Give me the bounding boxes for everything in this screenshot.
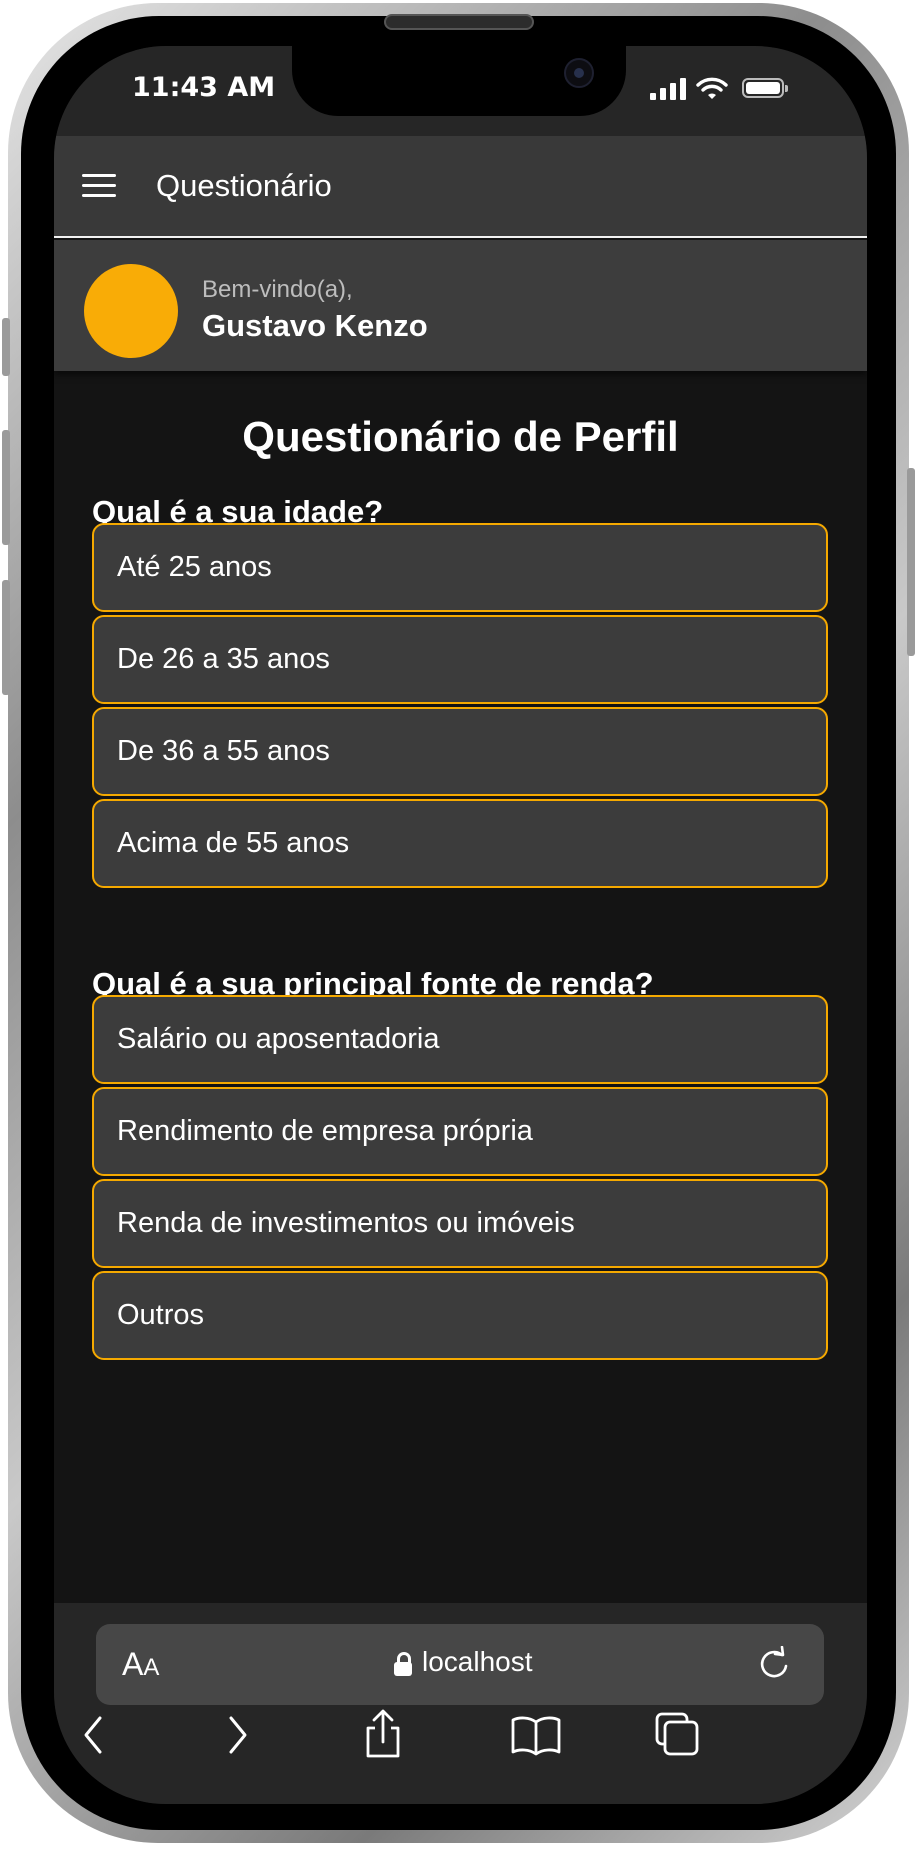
front-camera-icon bbox=[564, 58, 594, 88]
hamburger-menu-icon[interactable] bbox=[82, 174, 118, 200]
user-name: Gustavo Kenzo bbox=[202, 308, 428, 343]
dynamic-island bbox=[292, 46, 626, 116]
option-income-salary[interactable]: Salário ou aposentadoria bbox=[92, 995, 828, 1084]
action-button bbox=[2, 318, 10, 376]
text-size-small-label: A bbox=[143, 1654, 160, 1681]
battery-icon bbox=[742, 78, 788, 98]
welcome-text: Bem-vindo(a), bbox=[202, 276, 353, 303]
earpiece-speaker bbox=[384, 14, 534, 30]
browser-toolbar: AA localhost bbox=[54, 1603, 867, 1804]
option-age-until-25[interactable]: Até 25 anos bbox=[92, 523, 828, 612]
option-age-above-55[interactable]: Acima de 55 anos bbox=[92, 799, 828, 888]
volume-down-button bbox=[2, 580, 10, 695]
option-income-others[interactable]: Outros bbox=[92, 1271, 828, 1360]
address-bar[interactable]: AA localhost bbox=[96, 1624, 824, 1705]
bookmarks-icon[interactable] bbox=[509, 1708, 563, 1762]
option-income-investments[interactable]: Renda de investimentos ou imóveis bbox=[92, 1179, 828, 1268]
questionnaire-content[interactable]: Questionário de Perfil Qual é a sua idad… bbox=[54, 371, 867, 1603]
phone-screen: 11:43 AM Questionário Bem-vindo(a), Gust… bbox=[54, 46, 867, 1804]
wifi-icon bbox=[696, 77, 728, 99]
url-text: localhost bbox=[422, 1646, 533, 1677]
avatar bbox=[84, 264, 178, 358]
forward-icon[interactable] bbox=[209, 1708, 263, 1762]
page-title: Questionário de Perfil bbox=[242, 413, 679, 460]
user-header: Bem-vindo(a), Gustavo Kenzo bbox=[54, 240, 867, 371]
app-bar: Questionário bbox=[54, 136, 867, 238]
option-income-own-business[interactable]: Rendimento de empresa própria bbox=[92, 1087, 828, 1176]
cellular-signal-icon bbox=[650, 78, 686, 100]
status-time: 11:43 AM bbox=[132, 72, 276, 103]
reload-icon[interactable] bbox=[756, 1646, 792, 1682]
power-button bbox=[907, 468, 915, 656]
status-bar: 11:43 AM bbox=[54, 46, 867, 136]
lock-icon bbox=[394, 1652, 412, 1676]
tabs-icon[interactable] bbox=[651, 1708, 705, 1762]
text-size-big-label: A bbox=[122, 1646, 144, 1682]
option-age-36-55[interactable]: De 36 a 55 anos bbox=[92, 707, 828, 796]
app-title: Questionário bbox=[156, 168, 332, 203]
text-size-button[interactable]: AA bbox=[122, 1646, 159, 1683]
share-icon[interactable] bbox=[356, 1708, 410, 1762]
option-age-26-35[interactable]: De 26 a 35 anos bbox=[92, 615, 828, 704]
volume-up-button bbox=[2, 430, 10, 545]
back-icon[interactable] bbox=[68, 1708, 122, 1762]
